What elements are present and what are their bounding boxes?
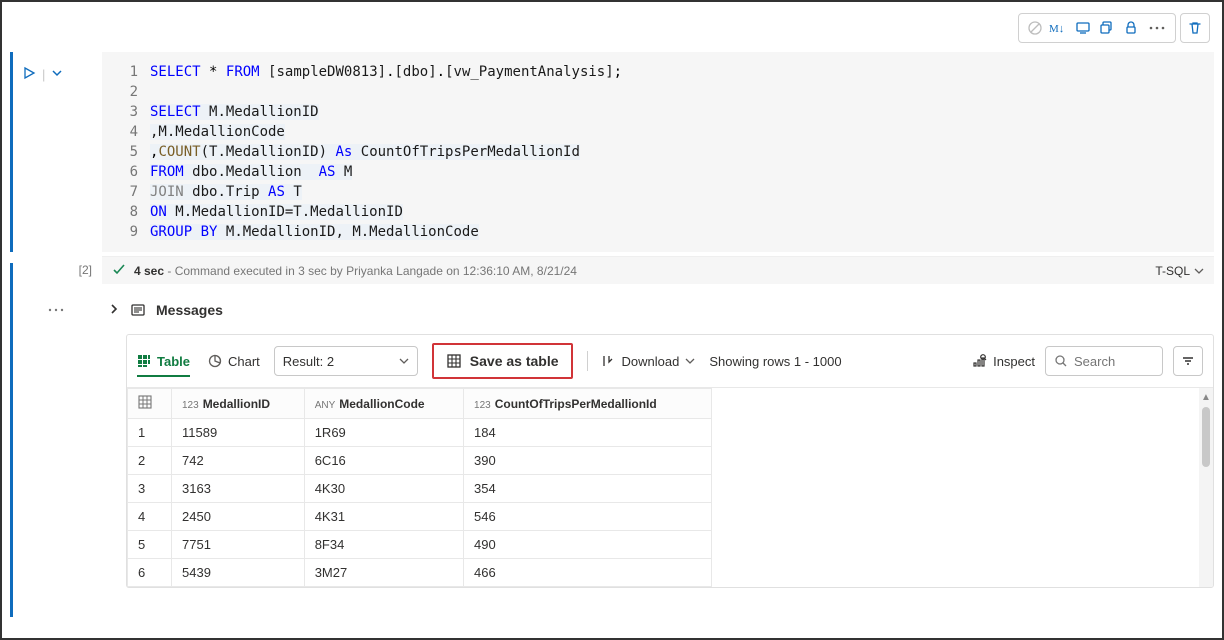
run-menu-button[interactable]	[51, 67, 63, 82]
execution-duration: 4 sec	[134, 264, 164, 278]
success-check-icon	[112, 262, 126, 279]
toolbar-divider	[587, 351, 588, 371]
cell-toolbar-group: M↓	[1018, 13, 1176, 43]
sql-code[interactable]: SELECT * FROM [sampleDW0813].[dbo].[vw_P…	[150, 62, 1206, 242]
run-cell-button[interactable]	[22, 66, 36, 83]
table-row[interactable]: 577518F34490	[128, 531, 712, 559]
copy-icon[interactable]	[1097, 18, 1117, 38]
delete-cell-button[interactable]	[1180, 13, 1210, 43]
cell-gutter-divider: |	[42, 67, 45, 82]
column-header[interactable]: 123MedallionID	[172, 389, 305, 419]
column-header[interactable]: 123CountOfTripsPerMedallionId	[464, 389, 712, 419]
row-range-label: Showing rows 1 - 1000	[709, 354, 841, 369]
scroll-up-icon[interactable]: ▲	[1201, 392, 1211, 403]
markdown-icon[interactable]: M↓	[1049, 18, 1069, 38]
more-icon[interactable]	[1145, 18, 1169, 38]
results-toolbar: Table Chart Result: 2 Save as table	[127, 335, 1213, 388]
messages-row: Messages	[10, 290, 1214, 330]
search-input[interactable]	[1074, 354, 1154, 369]
execution-status-row: [2] 4 sec - Command executed in 3 sec by…	[10, 256, 1214, 284]
code-cell: | 1 2 3 4 5 6 7 8 9 SELECT * FROM [sampl…	[10, 52, 1214, 252]
expand-messages-button[interactable]	[108, 303, 120, 318]
save-as-table-button[interactable]: Save as table	[432, 343, 573, 379]
sql-editor[interactable]: 1 2 3 4 5 6 7 8 9 SELECT * FROM [sampleD…	[102, 52, 1214, 252]
results-table: 123MedallionID ANYMedallionCode 123Count…	[127, 388, 712, 587]
result-select[interactable]: Result: 2	[274, 346, 418, 376]
table-row[interactable]: 27426C16390	[128, 447, 712, 475]
execution-message: - Command executed in 3 sec by Priyanka …	[167, 264, 577, 278]
svg-text:M↓: M↓	[1049, 23, 1064, 35]
line-number-gutter: 1 2 3 4 5 6 7 8 9	[102, 62, 150, 242]
results-panel: Table Chart Result: 2 Save as table	[126, 334, 1214, 588]
cell-toolbar: M↓	[10, 10, 1214, 46]
column-header[interactable]: ANYMedallionCode	[304, 389, 463, 419]
table-row[interactable]: 654393M27466	[128, 559, 712, 587]
scroll-thumb[interactable]	[1202, 407, 1210, 467]
table-row[interactable]: 424504K31546	[128, 503, 712, 531]
download-button[interactable]: Download	[602, 354, 696, 369]
filter-button[interactable]	[1173, 346, 1203, 376]
cell-index-label: [2]	[79, 263, 92, 277]
row-index-header[interactable]	[128, 389, 172, 419]
inspect-button[interactable]: Inspect	[971, 353, 1035, 369]
table-row[interactable]: 331634K30354	[128, 475, 712, 503]
table-row[interactable]: 1115891R69184	[128, 419, 712, 447]
view-chart-tab[interactable]: Chart	[208, 354, 260, 377]
cell-menu-dots[interactable]	[10, 307, 102, 313]
messages-label: Messages	[156, 302, 223, 318]
disabled-action-icon	[1025, 18, 1045, 38]
screen-icon[interactable]	[1073, 18, 1093, 38]
lock-icon[interactable]	[1121, 18, 1141, 38]
messages-icon	[130, 302, 146, 318]
view-table-tab[interactable]: Table	[137, 354, 190, 377]
search-box[interactable]	[1045, 346, 1163, 376]
language-selector[interactable]: T-SQL	[1155, 264, 1204, 278]
cell-active-indicator	[10, 52, 13, 252]
search-icon	[1054, 354, 1068, 368]
vertical-scrollbar[interactable]: ▲	[1199, 388, 1213, 587]
